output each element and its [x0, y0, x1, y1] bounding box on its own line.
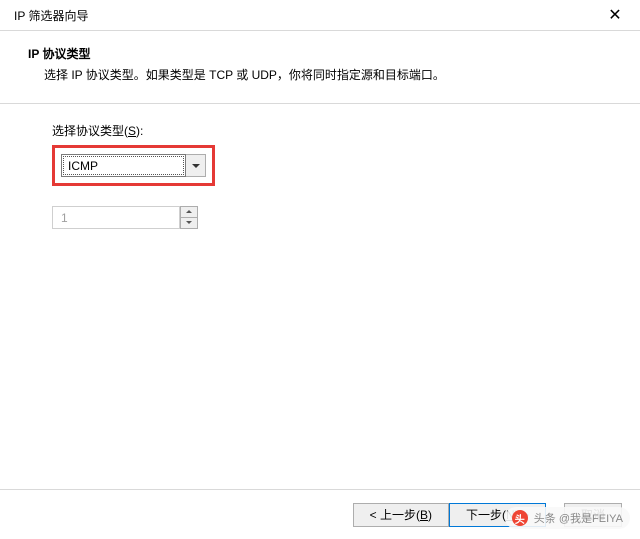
chevron-down-icon — [192, 164, 200, 168]
spinner-buttons — [180, 206, 198, 229]
spinner-down-button[interactable] — [180, 218, 198, 230]
spinner-up-button[interactable] — [180, 206, 198, 218]
header-description: 选择 IP 协议类型。如果类型是 TCP 或 UDP，你将同时指定源和目标端口。 — [28, 66, 612, 83]
window-title: IP 筛选器向导 — [14, 7, 88, 24]
watermark: 头 头条 @我是FEIYA — [505, 507, 630, 529]
protocol-type-combobox[interactable]: ICMP — [61, 154, 206, 177]
wizard-window: IP 筛选器向导 ✕ IP 协议类型 选择 IP 协议类型。如果类型是 TCP … — [0, 0, 640, 539]
close-icon[interactable]: ✕ — [600, 5, 630, 25]
combobox-dropdown-button[interactable] — [186, 154, 206, 177]
header-title: IP 协议类型 — [28, 45, 612, 62]
highlight-annotation: ICMP — [52, 145, 215, 186]
arrow-down-icon — [186, 221, 192, 224]
watermark-text: 头条 @我是FEIYA — [534, 510, 623, 526]
watermark-icon: 头 — [512, 510, 528, 526]
content-area: 选择协议类型(S): ICMP 1 — [0, 104, 640, 229]
protocol-number-input: 1 — [52, 206, 180, 229]
protocol-type-value[interactable]: ICMP — [61, 154, 186, 177]
back-button[interactable]: < 上一步(B) — [353, 503, 449, 527]
protocol-type-label: 选择协议类型(S): — [52, 122, 640, 139]
protocol-number-spinner: 1 — [52, 206, 640, 229]
titlebar: IP 筛选器向导 ✕ — [0, 0, 640, 30]
wizard-header: IP 协议类型 选择 IP 协议类型。如果类型是 TCP 或 UDP，你将同时指… — [0, 31, 640, 93]
arrow-up-icon — [186, 210, 192, 213]
